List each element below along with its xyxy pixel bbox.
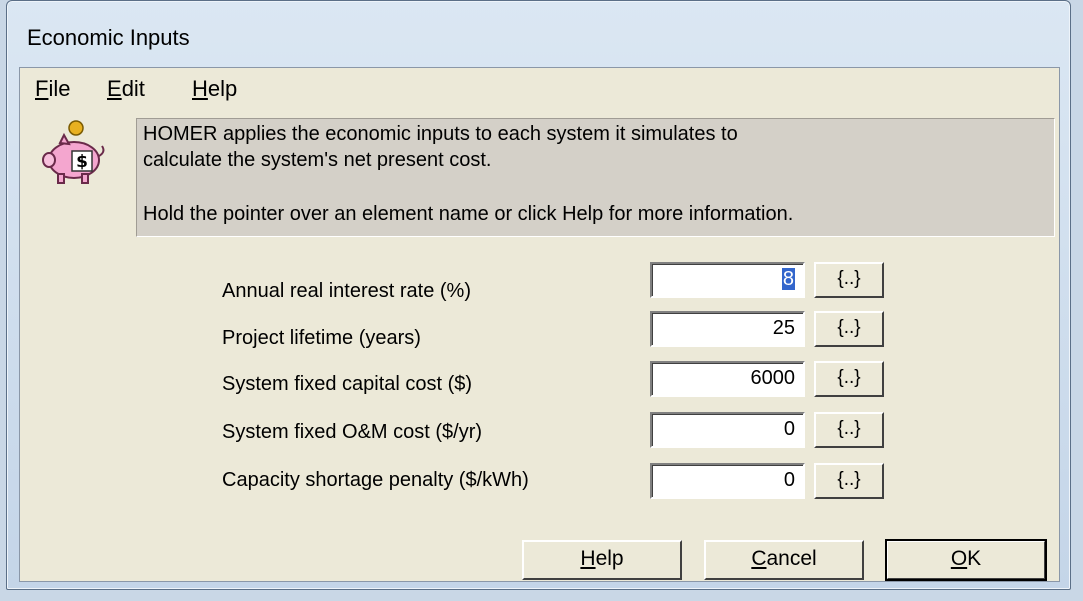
menu-help[interactable]: Help [192, 76, 237, 102]
menu-bar: File Edit Help [20, 68, 1059, 106]
interest-rate-input[interactable]: 8 [650, 262, 805, 298]
title-bar[interactable]: Economic Inputs [7, 1, 1070, 71]
economic-inputs-window: Economic Inputs File Edit Help $ HOMER a… [6, 0, 1071, 590]
capital-cost-sensitivity-button[interactable]: {..} [814, 361, 884, 397]
svg-text:$: $ [76, 152, 88, 172]
window-title: Economic Inputs [27, 25, 190, 50]
project-lifetime-sensitivity-button[interactable]: {..} [814, 311, 884, 347]
info-text-line-2: calculate the system's net present cost. [143, 149, 492, 171]
dialog-client-area: File Edit Help $ HOMER applies the econo… [19, 67, 1060, 582]
info-text-line-3: Hold the pointer over an element name or… [143, 203, 794, 225]
shortage-penalty-label: Capacity shortage penalty ($/kWh) [222, 469, 529, 491]
capital-cost-label: System fixed capital cost ($) [222, 373, 473, 395]
project-lifetime-label: Project lifetime (years) [222, 327, 421, 349]
om-cost-input[interactable]: 0 [650, 412, 805, 448]
info-panel: HOMER applies the economic inputs to eac… [136, 118, 1055, 237]
cancel-button[interactable]: Cancel [704, 540, 864, 580]
project-lifetime-input[interactable]: 25 [650, 311, 805, 347]
help-button[interactable]: Help [522, 540, 682, 580]
menu-file[interactable]: File [35, 76, 70, 102]
om-cost-sensitivity-button[interactable]: {..} [814, 412, 884, 448]
info-text-line-1: HOMER applies the economic inputs to eac… [143, 123, 738, 145]
piggy-bank-dollar-icon: $ [42, 120, 105, 184]
om-cost-label: System fixed O&M cost ($/yr) [222, 421, 483, 443]
capital-cost-input[interactable]: 6000 [650, 361, 805, 397]
ok-button[interactable]: OK [885, 539, 1047, 581]
shortage-penalty-input[interactable]: 0 [650, 463, 805, 499]
menu-edit[interactable]: Edit [107, 76, 145, 102]
interest-rate-sensitivity-button[interactable]: {..} [814, 262, 884, 298]
interest-rate-label: Annual real interest rate (%) [222, 280, 472, 302]
shortage-penalty-sensitivity-button[interactable]: {..} [814, 463, 884, 499]
